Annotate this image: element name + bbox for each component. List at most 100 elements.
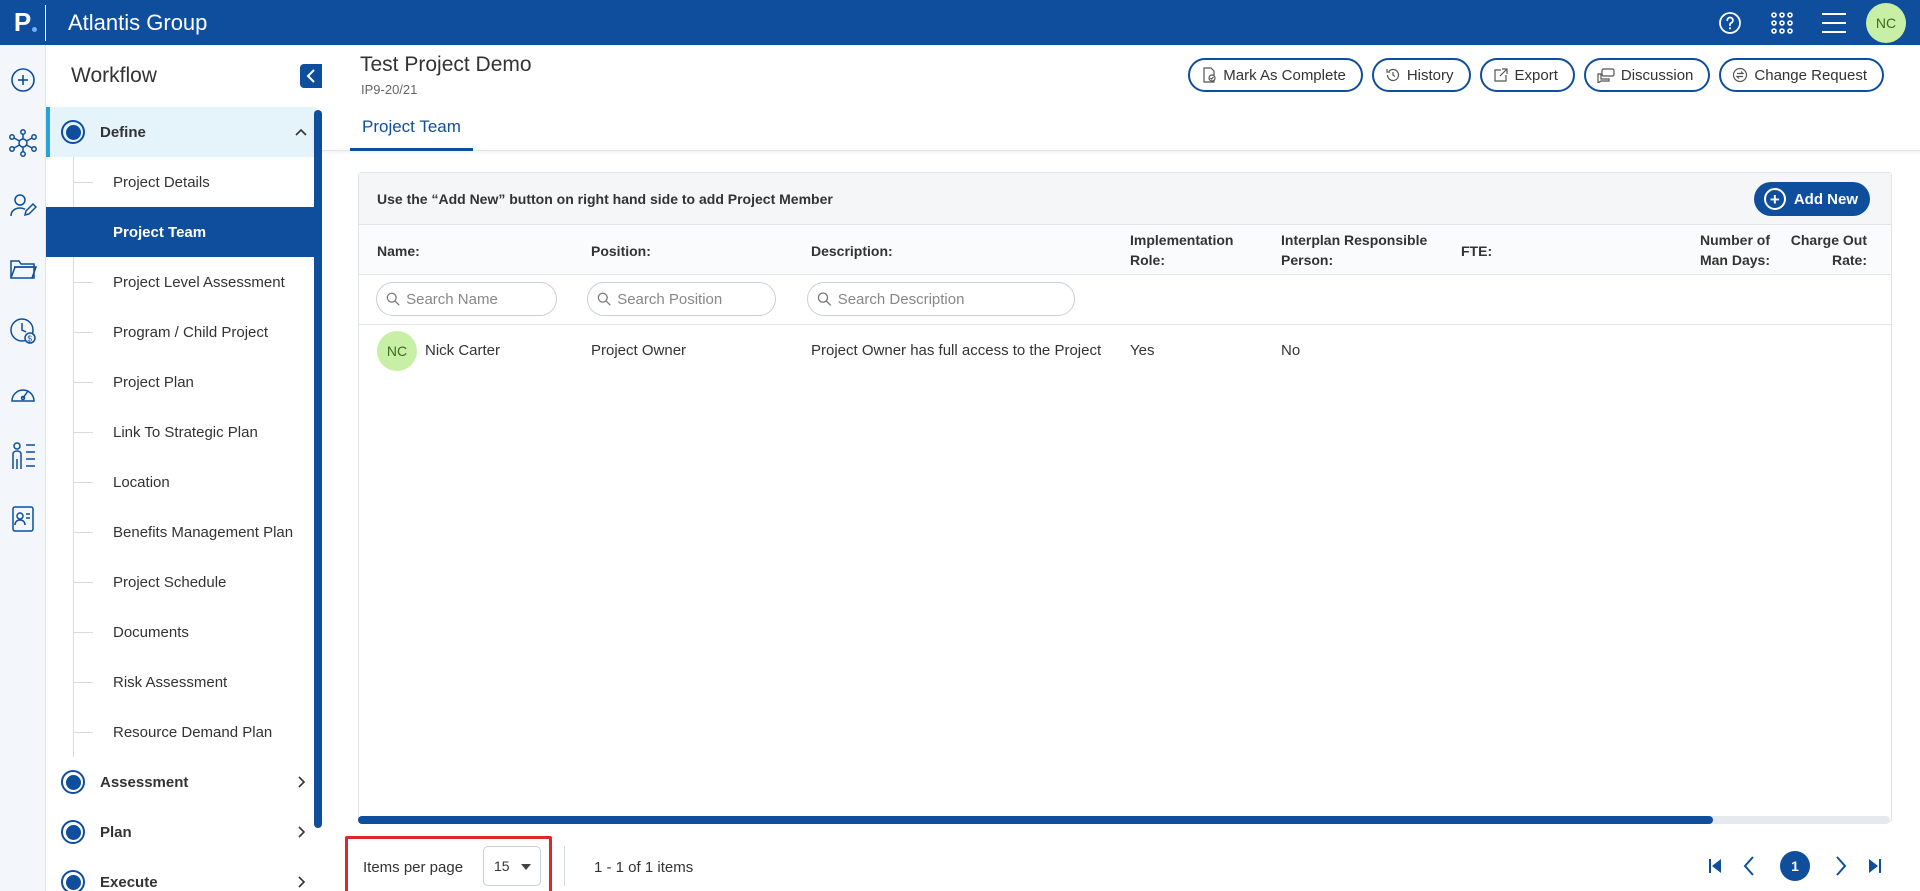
collapse-sidebar-button[interactable]	[300, 64, 322, 88]
dashboard-gauge-icon[interactable]	[7, 377, 39, 409]
project-team-panel: Use the “Add New” button on right hand s…	[358, 172, 1892, 822]
help-icon[interactable]	[1704, 0, 1756, 45]
table-header: Name: Position: Description: Implementat…	[359, 225, 1891, 275]
column-header-description[interactable]: Description:	[811, 241, 893, 261]
pager-divider	[564, 846, 565, 886]
sidebar-item-documents[interactable]: Documents	[46, 607, 316, 657]
cell-position: Project Owner	[591, 342, 687, 359]
tab-project-team[interactable]: Project Team	[350, 105, 473, 151]
sidebar-item-risk-assessment[interactable]: Risk Assessment	[46, 657, 316, 707]
first-page-button[interactable]	[1698, 846, 1732, 886]
cell-responsible-person: No	[1281, 342, 1301, 359]
items-per-page-select[interactable]: 15	[483, 846, 541, 886]
chevron-right-icon	[286, 875, 316, 889]
svg-text:$: $	[28, 335, 33, 344]
sidebar-item-program-child-project[interactable]: Program / Child Project	[46, 307, 316, 357]
action-toolbar: Mark As Complete History Export Discussi…	[1188, 58, 1884, 92]
project-title: Test Project Demo	[360, 53, 532, 76]
sidebar-item-project-plan[interactable]: Project Plan	[46, 357, 316, 407]
project-code: IP9-20/21	[361, 82, 418, 97]
column-header-line: Rate:	[1831, 252, 1867, 268]
logo-dot	[32, 27, 37, 32]
discussion-button[interactable]: Discussion	[1583, 58, 1711, 92]
section-execute[interactable]: Execute	[46, 857, 316, 891]
history-label: History	[1406, 66, 1454, 84]
pagination-bar: Items per page 15 1 - 1 of 1 items 1	[345, 830, 1892, 891]
apps-grid-icon[interactable]	[1756, 0, 1808, 45]
mark-as-complete-label: Mark As Complete	[1223, 66, 1346, 84]
column-header-responsible-person[interactable]: Interplan Responsible Person:	[1281, 230, 1427, 270]
search-name-field[interactable]	[376, 282, 557, 316]
column-header-position[interactable]: Position:	[591, 241, 651, 261]
sidebar-title: Workflow	[71, 64, 157, 87]
column-header-line: Charge Out	[1790, 232, 1867, 248]
mark-as-complete-button[interactable]: Mark As Complete	[1188, 58, 1363, 92]
last-page-button[interactable]	[1858, 846, 1892, 886]
logo-letter: P	[13, 7, 32, 37]
step-circle-icon	[61, 120, 85, 144]
horizontal-scrollbar-thumb[interactable]	[358, 816, 1713, 824]
search-position-field[interactable]	[587, 282, 776, 316]
history-button[interactable]: History	[1371, 58, 1471, 92]
discussion-icon	[1597, 68, 1615, 83]
column-header-fte[interactable]: FTE:	[1461, 241, 1492, 261]
sidebar-item-project-level-assessment[interactable]: Project Level Assessment	[46, 257, 316, 307]
main-content: Test Project Demo IP9-20/21 Mark As Comp…	[322, 45, 1920, 891]
section-define[interactable]: Define	[46, 107, 316, 157]
change-request-icon	[1733, 67, 1748, 83]
section-plan[interactable]: Plan	[46, 807, 316, 857]
search-name-input[interactable]	[406, 290, 556, 308]
sidebar-item-resource-demand-plan[interactable]: Resource Demand Plan	[46, 707, 316, 757]
export-button[interactable]: Export	[1479, 58, 1575, 92]
section-label: Assessment	[100, 773, 189, 791]
search-description-input[interactable]	[837, 290, 1074, 308]
add-new-label: Add New	[1793, 190, 1858, 208]
cell-name: Nick Carter	[425, 342, 501, 359]
previous-page-button[interactable]	[1732, 846, 1766, 886]
column-header-line: Implementation	[1130, 232, 1234, 248]
folder-icon[interactable]	[7, 252, 39, 284]
filter-row	[359, 275, 1891, 325]
search-icon	[386, 292, 400, 306]
sidebar-item-project-details[interactable]: Project Details	[46, 157, 316, 207]
clock-dollar-icon[interactable]: $	[7, 315, 39, 347]
export-label: Export	[1514, 66, 1558, 84]
section-assessment[interactable]: Assessment	[46, 757, 316, 807]
add-circle-icon[interactable]	[7, 64, 39, 96]
change-request-button[interactable]: Change Request	[1719, 58, 1884, 92]
plus-circle-icon: +	[1763, 188, 1786, 210]
chevron-left-icon	[306, 69, 315, 83]
add-new-button[interactable]: + Add New	[1753, 182, 1870, 216]
sidebar-item-link-to-strategic-plan[interactable]: Link To Strategic Plan	[46, 407, 316, 457]
search-position-input[interactable]	[617, 290, 775, 308]
discussion-label: Discussion	[1620, 66, 1694, 84]
menu-icon[interactable]	[1808, 0, 1860, 45]
horizontal-scrollbar[interactable]	[358, 816, 1890, 824]
user-avatar[interactable]: NC	[1866, 2, 1906, 43]
section-label: Define	[100, 123, 146, 141]
contact-card-icon[interactable]	[7, 503, 39, 535]
section-label: Execute	[100, 873, 158, 891]
org-chart-icon[interactable]	[7, 440, 39, 472]
search-description-field[interactable]	[807, 282, 1075, 316]
column-header-implementation-role[interactable]: Implementation Role:	[1130, 230, 1233, 270]
network-icon[interactable]	[7, 127, 39, 159]
sidebar-item-benefits-management-plan[interactable]: Benefits Management Plan	[46, 507, 316, 557]
app-logo[interactable]: P	[0, 0, 45, 45]
column-header-charge-out-rate[interactable]: Charge Out Rate:	[1791, 230, 1867, 270]
page-number-current[interactable]: 1	[1780, 851, 1810, 881]
column-header-name[interactable]: Name:	[377, 241, 420, 261]
logo-divider	[45, 4, 46, 41]
sidebar-item-project-schedule[interactable]: Project Schedule	[46, 557, 316, 607]
sidebar-item-project-team[interactable]: Project Team	[46, 207, 316, 257]
sidebar-scrollbar[interactable]	[314, 110, 322, 828]
avatar: NC	[377, 331, 417, 371]
user-edit-icon[interactable]	[7, 189, 39, 221]
table-row[interactable]: NC Nick Carter Project Owner Project Own…	[359, 325, 1891, 377]
sidebar-item-location[interactable]: Location	[46, 457, 316, 507]
column-header-man-days[interactable]: Number of Man Days:	[1700, 230, 1770, 270]
change-request-label: Change Request	[1754, 66, 1867, 84]
next-page-button[interactable]	[1824, 846, 1858, 886]
column-header-line: Man Days:	[1699, 252, 1770, 268]
chevron-right-icon	[286, 825, 316, 839]
